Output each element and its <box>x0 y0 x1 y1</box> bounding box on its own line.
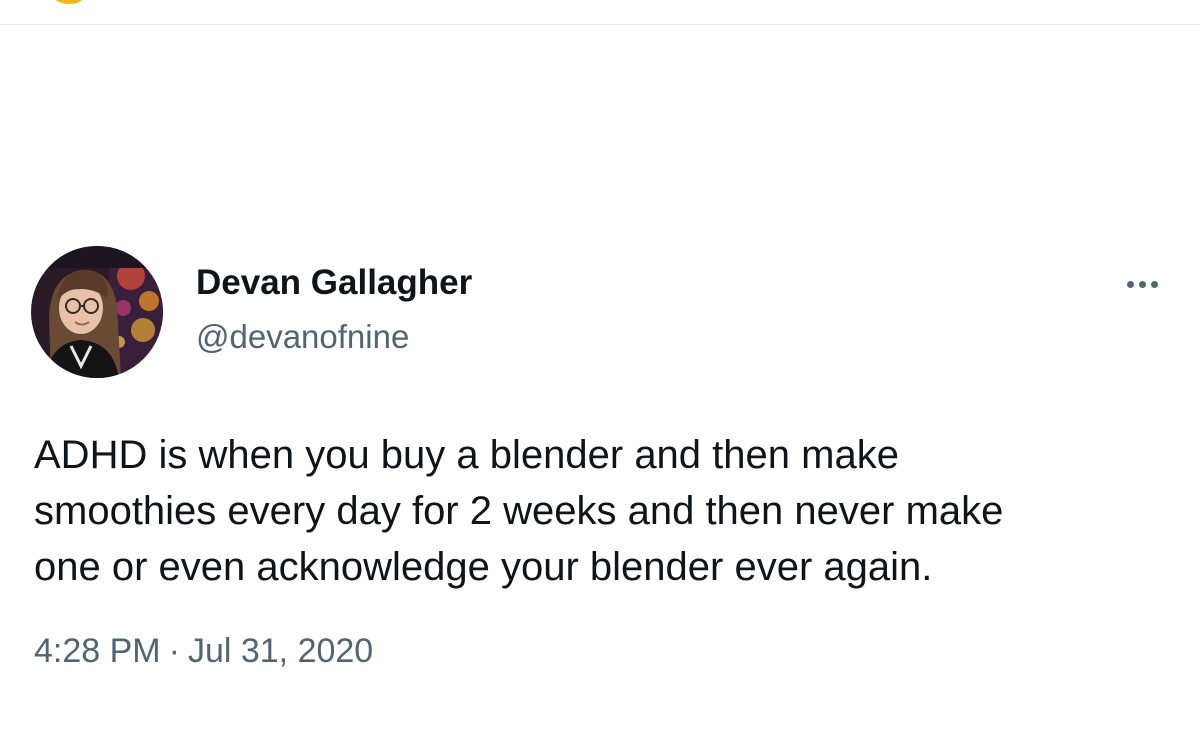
tweet-date[interactable]: Jul 31, 2020 <box>188 632 373 670</box>
tweet-text: ADHD is when you buy a blender and then … <box>34 433 1004 589</box>
more-options-icon <box>1126 280 1158 288</box>
author-handle[interactable]: @devanofnine <box>196 315 409 359</box>
meta-separator: · <box>168 632 180 670</box>
tweet-time[interactable]: 4:28 PM <box>34 632 161 670</box>
author-display-name[interactable]: Devan Gallagher <box>196 261 472 305</box>
tweet-card: Devan Gallagher @devanofnine ADHD is whe… <box>0 0 1200 756</box>
more-options-button[interactable] <box>1118 268 1166 300</box>
avatar[interactable] <box>31 246 163 378</box>
profile-photo-icon <box>31 246 163 378</box>
tweet-timestamp: 4:28 PM · Jul 31, 2020 <box>34 629 373 673</box>
